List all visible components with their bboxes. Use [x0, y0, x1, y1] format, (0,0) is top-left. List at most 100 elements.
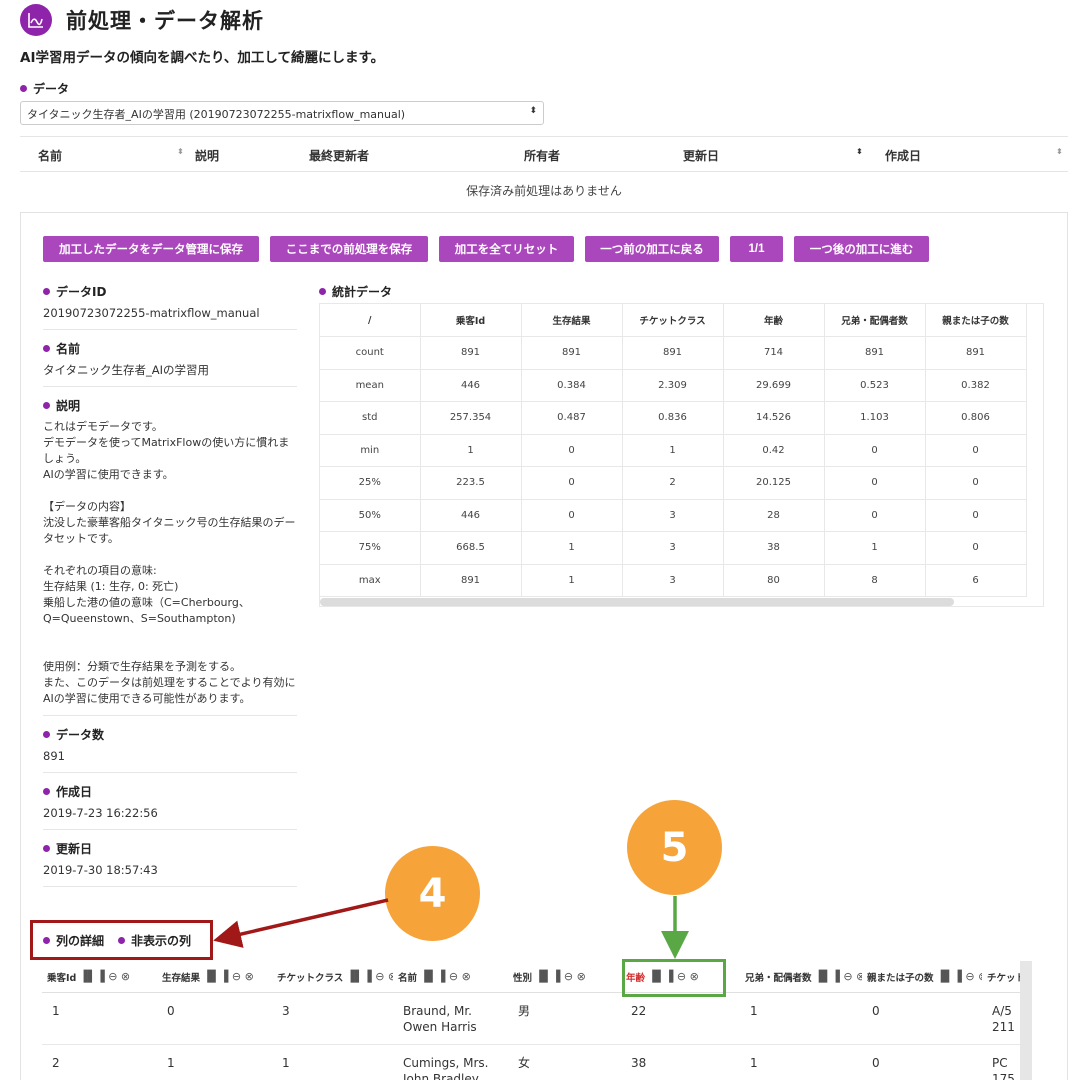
data-id-block: データID 20190723072255-matrixflow_manual [43, 283, 297, 330]
stats-cell: 891 [824, 336, 926, 370]
count-label-text: データ数 [56, 728, 105, 742]
stats-header-row: / 乗客Id 生存結果 チケットクラス 年齢 兄弟・配偶者数 親または子の数 [320, 304, 1027, 337]
stats-cell: 0 [824, 434, 926, 467]
stats-cell: 223.5 [420, 466, 522, 500]
data-col-header-label: 親または子の数 [867, 972, 934, 984]
hidden-columns-text: 非表示の列 [131, 933, 192, 948]
stats-cell: 0 [824, 466, 926, 500]
stats-cell: 28 [723, 499, 825, 532]
description-label-text: 説明 [56, 399, 81, 413]
stats-row-label: max [320, 564, 421, 597]
page-title: 前処理・データ解析 [66, 9, 264, 33]
hidden-columns-link[interactable]: 非表示の列 [118, 932, 191, 949]
stats-row: max 891 1 3 80 8 6 [320, 564, 1027, 597]
data-select[interactable]: タイタニック生存者_AIの学習用 (20190723072255-matrixf… [20, 101, 544, 125]
count-block: データ数 891 [43, 726, 297, 773]
stats-header-cell: 生存結果 [521, 304, 623, 337]
col-header-updated[interactable]: 更新日 [683, 147, 719, 164]
data-col-header[interactable]: 生存結果 ▐▌▐ ⊖ ⊗ [157, 961, 272, 992]
stats-cell: 38 [723, 531, 825, 565]
stats-cell: 2.309 [622, 369, 724, 402]
page-subtitle: AI学習用データの傾向を調べたり、加工して綺麗にします。 [20, 50, 385, 66]
name-block: 名前 タイタニック生存者_AIの学習用 [43, 340, 297, 387]
column-action-icons[interactable]: ▐▌▐ ⊖ ⊗ [346, 970, 393, 983]
column-action-icons[interactable]: ▐▌▐ ⊖ ⊗ [203, 970, 254, 983]
updated-value: 2019-7-30 18:57:43 [43, 863, 158, 877]
horizontal-scrollbar[interactable] [320, 598, 954, 606]
data-col-header[interactable]: 乗客Id ▐▌▐ ⊖ ⊗ [42, 961, 157, 992]
stats-label-text: 統計データ [332, 285, 393, 299]
stats-row-label: 75% [320, 531, 421, 565]
stats-row: min 1 0 1 0.42 0 0 [320, 434, 1027, 467]
data-label-text: データ [33, 82, 70, 96]
redo-button[interactable]: 一つ後の加工に進む [794, 236, 929, 262]
column-links-box: 列の詳細 非表示の列 [30, 920, 213, 960]
table-row[interactable]: 2 1 1 Cumings, Mrs. John Bradley 女 38 1 0 PC 175 [42, 1045, 1032, 1080]
stats-cell: 6 [925, 564, 1027, 597]
table-cell: 1 [750, 1004, 758, 1018]
bullet-icon [43, 845, 50, 852]
stats-cell: 20.125 [723, 466, 825, 500]
table-cell: 38 [631, 1056, 647, 1070]
stats-cell: 0 [925, 434, 1027, 467]
table-row[interactable]: 1 0 3 Braund, Mr. Owen Harris 男 22 1 0 A/5 211 [42, 993, 1032, 1045]
callout-5: 5 [627, 800, 722, 895]
data-col-header[interactable]: チケットクラス ▐▌▐ ⊖ ⊗ [272, 961, 393, 992]
column-action-icons[interactable]: ▐▌▐ ⊖ ⊗ [937, 970, 982, 983]
undo-button[interactable]: 一つ前の加工に戻る [585, 236, 719, 262]
data-col-header[interactable]: 性別 ▐▌▐ ⊖ ⊗ [508, 961, 621, 992]
sort-icon[interactable]: ⬍ [1056, 147, 1063, 156]
data-table: 乗客Id ▐▌▐ ⊖ ⊗ 生存結果 ▐▌▐ ⊖ ⊗ チケットクラス ▐▌▐ ⊖ ⊗ 名前 ▐▌… [42, 961, 1032, 1080]
sort-icon[interactable]: ⬍ [177, 147, 184, 156]
reset-all-button[interactable]: 加工を全てリセット [439, 236, 574, 262]
save-preprocess-button[interactable]: ここまでの前処理を保存 [270, 236, 428, 262]
stats-cell: 29.699 [723, 369, 825, 402]
data-col-header[interactable]: 親または子の数▐▌▐ ⊖ ⊗ [862, 961, 982, 992]
stats-row: count 891 891 891 714 891 891 [320, 336, 1027, 370]
col-header-created[interactable]: 作成日 [885, 147, 921, 164]
sort-desc-icon[interactable]: ⬍ [856, 147, 863, 156]
bullet-icon [43, 288, 50, 295]
stats-row: 75% 668.5 1 3 38 1 0 [320, 531, 1027, 565]
stats-cell: 0.487 [521, 401, 623, 435]
stats-cell: 0.836 [622, 401, 724, 435]
stats-row-label: mean [320, 369, 421, 402]
stats-row: 50% 446 0 3 28 0 0 [320, 499, 1027, 532]
data-col-header-label: チケットクラス [277, 972, 344, 984]
save-to-data-button[interactable]: 加工したデータをデータ管理に保存 [43, 236, 259, 262]
description-block: 説明 これはデモデータです。 デモデータを使ってMatrixFlowの使い方に慣… [43, 397, 297, 716]
data-col-header[interactable]: 兄弟・配偶者数 ▐▌▐ ⊖ ⊗ [740, 961, 862, 992]
table-cell: 0 [872, 1056, 880, 1070]
stats-header-cell: 乗客Id [420, 304, 522, 337]
column-action-icons[interactable]: ▐▌▐ ⊖ ⊗ [535, 970, 586, 983]
bullet-icon [20, 85, 27, 92]
stats-header-cell: / [320, 304, 421, 337]
table-cell: 0 [872, 1004, 880, 1018]
data-id-label: データID [43, 283, 297, 300]
table-cell: 1 [52, 1004, 60, 1018]
column-action-icons[interactable]: ▐▌▐ ⊖ ⊗ [79, 970, 130, 983]
table-cell: 1 [167, 1056, 175, 1070]
data-col-header[interactable]: 名前 ▐▌▐ ⊖ ⊗ [393, 961, 508, 992]
stats-cell: 3 [622, 564, 724, 597]
column-detail-link[interactable]: 列の詳細 [43, 932, 104, 949]
updated-label-text: 更新日 [56, 842, 93, 856]
stats-row: std 257.354 0.487 0.836 14.526 1.103 0.806 [320, 401, 1027, 435]
data-col-header-label: 名前 [398, 972, 418, 984]
bullet-icon [43, 936, 50, 944]
column-action-icons[interactable]: ▐▌▐ ⊖ ⊗ [420, 970, 471, 983]
stats-table-container[interactable]: / 乗客Id 生存結果 チケットクラス 年齢 兄弟・配偶者数 親または子の数 c… [319, 303, 1044, 607]
stats-cell: 891 [521, 336, 623, 370]
page-indicator-button[interactable]: 1/1 [730, 236, 783, 262]
stats-cell: 0 [925, 531, 1027, 565]
bullet-icon [43, 731, 50, 738]
stats-header-cell: 年齢 [723, 304, 825, 337]
col-header-name[interactable]: 名前 [38, 147, 62, 164]
vertical-scrollbar[interactable] [1020, 961, 1032, 1080]
stats-cell: 80 [723, 564, 825, 597]
stats-cell: 14.526 [723, 401, 825, 435]
table-cell: 男 [518, 1004, 531, 1018]
data-id-label-text: データID [56, 285, 107, 299]
stats-cell: 2 [622, 466, 724, 500]
column-action-icons[interactable]: ▐▌▐ ⊖ ⊗ [815, 970, 862, 983]
